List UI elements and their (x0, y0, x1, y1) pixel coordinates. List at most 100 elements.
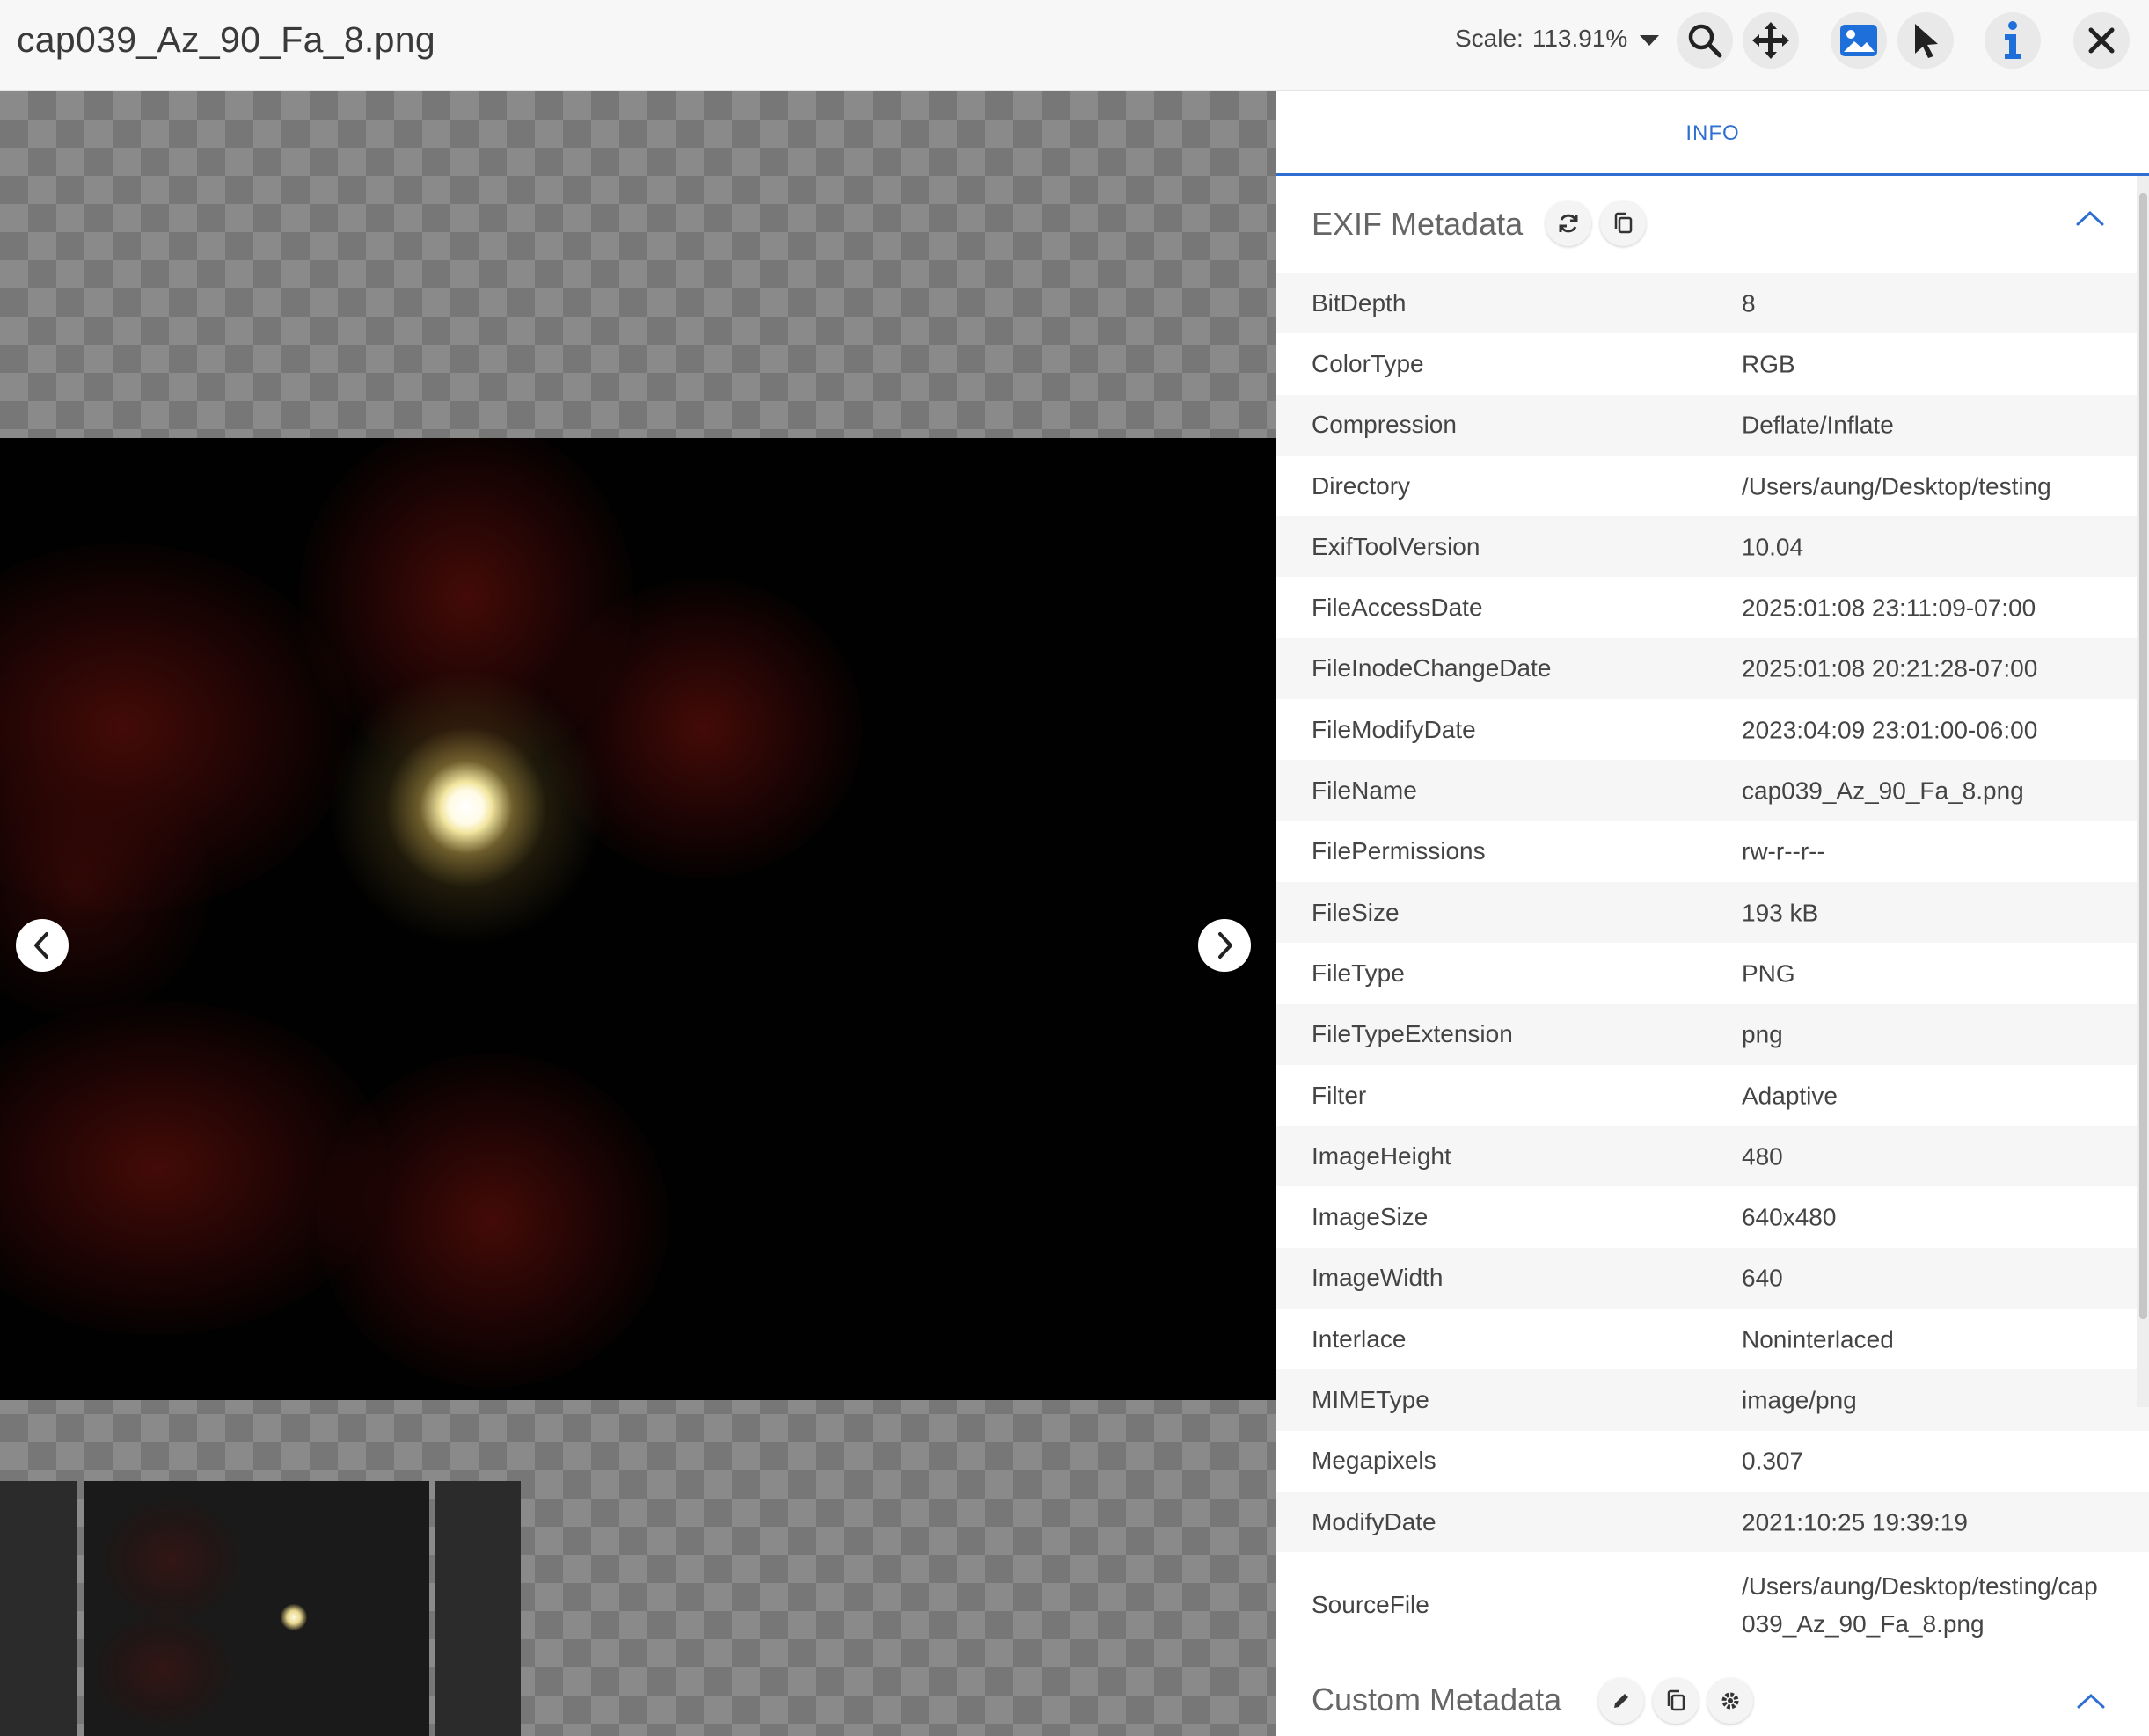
previous-image-button[interactable] (16, 919, 69, 972)
scale-dropdown[interactable]: Scale: 113.91% (1455, 25, 1660, 53)
thumbnail[interactable] (435, 1481, 521, 1736)
metadata-key: MIMEType (1312, 1385, 1429, 1413)
next-image-button[interactable] (1198, 919, 1251, 972)
top-bar: cap039_Az_90_Fa_8.png Scale: 113.91% (0, 0, 2149, 91)
thumbnail-active[interactable] (84, 1481, 429, 1736)
metadata-value: Noninterlaced (1742, 1325, 1894, 1353)
metadata-value: 2023:04:09 23:01:00-06:00 (1742, 716, 2038, 744)
metadata-value: Adaptive (1742, 1082, 1838, 1109)
metadata-key: FileInodeChangeDate (1312, 654, 1552, 682)
table-row: FileAccessDate 2025:01:08 23:11:09-07:00 (1276, 577, 2149, 638)
metadata-key: ExifToolVersion (1312, 532, 1480, 560)
custom-title: Custom Metadata (1312, 1681, 1562, 1718)
pan-button[interactable] (1743, 12, 1799, 69)
close-button[interactable] (2073, 12, 2130, 69)
metadata-key: Interlace (1312, 1324, 1407, 1353)
info-panel: INFO EXIF Metadata BitDepth 8 ColorType RGB… (1276, 91, 2149, 1736)
refresh-button[interactable] (1546, 201, 1591, 246)
table-row: FileSize 193 kB (1276, 881, 2149, 944)
scale-value: 113.91% (1531, 25, 1628, 52)
metadata-key: ModifyDate (1312, 1507, 1436, 1535)
table-row: Interlace Noninterlaced (1276, 1309, 2149, 1369)
search-icon (1688, 24, 1722, 58)
table-row: Megapixels 0.307 (1276, 1431, 2149, 1492)
metadata-key: BitDepth (1312, 288, 1407, 317)
copy-custom-button[interactable] (1653, 1678, 1699, 1724)
metadata-key: ImageHeight (1312, 1142, 1451, 1170)
copy-icon (1667, 1689, 1685, 1711)
metadata-key: Megapixels (1312, 1447, 1436, 1475)
move-icon (1752, 22, 1789, 59)
metadata-value: PNG (1742, 959, 1795, 988)
tab-info[interactable]: INFO (1276, 121, 2149, 146)
info-icon (2005, 21, 2021, 59)
chevron-right-icon (1218, 932, 1232, 959)
metadata-value: 8 (1742, 289, 1756, 317)
table-row: FileInodeChangeDate 2025:01:08 20:21:28-0… (1276, 638, 2149, 700)
thumbnail[interactable] (0, 1481, 77, 1736)
panel-tabs: INFO (1276, 91, 2149, 176)
table-row: ImageWidth 640 (1276, 1247, 2149, 1309)
table-row: ModifyDate 2021:10:25 19:39:19 (1276, 1491, 2149, 1553)
metadata-key: FilePermissions (1312, 837, 1486, 865)
select-button[interactable] (1897, 12, 1954, 69)
pencil-icon (1614, 1694, 1628, 1708)
file-title: cap039_Az_90_Fa_8.png (17, 19, 435, 60)
copy-exif-button[interactable] (1600, 201, 1646, 246)
table-row: FilePermissions rw-r--r-- (1276, 821, 2149, 882)
metadata-key: FileAccessDate (1312, 594, 1483, 622)
refresh-icon (1559, 214, 1578, 233)
table-row: FileType PNG (1276, 943, 2149, 1003)
metadata-value: /Users/aung/Desktop/testing (1742, 472, 2051, 500)
collapse-custom-button[interactable] (2076, 1692, 2106, 1714)
metadata-value: 2025:01:08 20:21:28-07:00 (1742, 654, 2038, 682)
zoom-button[interactable] (1677, 12, 1733, 69)
thumbnail-strip (0, 1481, 528, 1736)
metadata-key: FileTypeExtension (1312, 1020, 1513, 1048)
collapse-exif-button[interactable] (2075, 209, 2105, 231)
metadata-key: SourceFile (1312, 1591, 1429, 1619)
panel-scrollbar[interactable] (2137, 176, 2149, 1407)
metadata-key: FileName (1312, 777, 1417, 805)
image-icon (1840, 25, 1877, 56)
metadata-value: RGB (1742, 350, 1795, 378)
metadata-value: 640x480 (1742, 1203, 1837, 1231)
metadata-key: Compression (1312, 411, 1457, 439)
metadata-value: cap039_Az_90_Fa_8.png (1742, 777, 2024, 805)
image-viewer[interactable] (0, 91, 1276, 1736)
image-mode-button[interactable] (1831, 12, 1887, 69)
metadata-value: png (1742, 1020, 1783, 1048)
custom-section-header: Custom Metadata (1276, 1666, 2149, 1736)
table-row: FileName cap039_Az_90_Fa_8.png (1276, 760, 2149, 821)
table-row: Filter Adaptive (1276, 1065, 2149, 1126)
metadata-value: 10.04 (1742, 533, 1804, 561)
metadata-key: ImageSize (1312, 1203, 1429, 1231)
metadata-value: 640 (1742, 1264, 1783, 1292)
table-row: FileTypeExtension png (1276, 1003, 2149, 1065)
metadata-key: ColorType (1312, 349, 1424, 377)
metadata-key: Directory (1312, 471, 1411, 500)
table-row: ImageSize 640x480 (1276, 1186, 2149, 1247)
scrollbar-thumb[interactable] (2139, 193, 2147, 1319)
table-row: MIMEType image/png (1276, 1369, 2149, 1431)
metadata-value: 2025:01:08 23:11:09-07:00 (1742, 594, 2036, 622)
edit-custom-button[interactable] (1598, 1678, 1644, 1724)
metadata-value: 2021:10:25 19:39:19 (1742, 1508, 1968, 1536)
metadata-value: rw-r--r-- (1742, 837, 1825, 865)
metadata-value: image/png (1742, 1386, 1857, 1414)
custom-settings-button[interactable] (1707, 1678, 1753, 1724)
chevron-up-icon (2077, 1693, 2105, 1709)
metadata-key: FileSize (1312, 898, 1400, 926)
table-row: Compression Deflate/Inflate (1276, 394, 2149, 456)
metadata-key: FileModifyDate (1312, 715, 1476, 743)
exif-title: EXIF Metadata (1312, 206, 1524, 242)
table-row: SourceFile/Users/aung/Desktop/testing/ca… (1276, 1552, 2149, 1658)
metadata-value: 480 (1742, 1142, 1783, 1171)
pointer-icon (1915, 24, 1938, 58)
info-button[interactable] (1985, 12, 2041, 69)
table-row: FileModifyDate 2023:04:09 23:01:00-06:00 (1276, 699, 2149, 760)
table-row: ImageHeight 480 (1276, 1126, 2149, 1187)
metadata-value: 193 kB (1742, 899, 1819, 927)
table-row: BitDepth 8 (1276, 273, 2149, 334)
table-row: ExifToolVersion 10.04 (1276, 516, 2149, 578)
